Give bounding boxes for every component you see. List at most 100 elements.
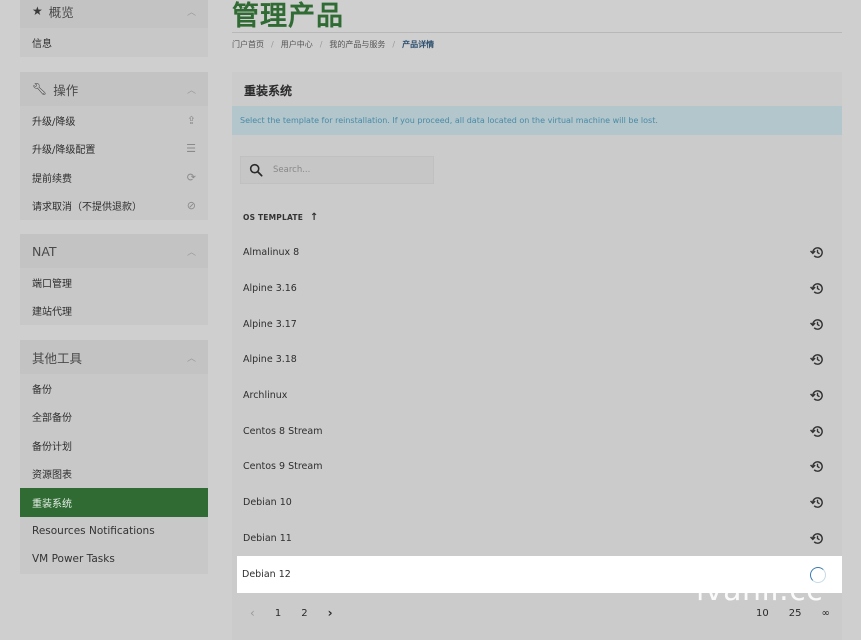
template-row[interactable]: Debian 10 [238, 485, 842, 521]
refresh-icon: ⟳ [186, 170, 196, 184]
per-page-selector: 10 25 ∞ [756, 608, 850, 619]
template-row[interactable]: Centos 8 Stream [238, 413, 842, 449]
breadcrumb-user-center[interactable]: 用户中心 [281, 39, 313, 50]
template-row[interactable]: Alpine 3.16 [238, 271, 842, 307]
sidebar-item-label: 提前续费 [32, 173, 72, 185]
breadcrumb-home[interactable]: 门户首页 [232, 39, 264, 50]
sidebar-item-upgrade-config[interactable]: 升级/降级配置 ☰ [20, 135, 208, 164]
chevron-up-icon: ︿ [186, 353, 196, 364]
breadcrumb-current: 产品详情 [402, 40, 435, 49]
reinstall-icon[interactable] [809, 494, 826, 511]
sidebar-item-all-backups[interactable]: 全部备份 [20, 403, 208, 432]
sidebar-item-label: 备份 [32, 384, 52, 396]
reinstall-icon[interactable] [809, 423, 826, 440]
sidebar-item-label: 升级/降级 [32, 116, 76, 128]
chevron-up-icon: ︿ [186, 7, 196, 18]
search-input[interactable] [273, 165, 423, 175]
sidebar-item-label: 升级/降级配置 [32, 145, 96, 157]
template-row[interactable]: Archlinux [238, 378, 842, 414]
per-page-all[interactable]: ∞ [821, 608, 829, 619]
reinstall-card: 重装系统 Select the template for reinstallat… [232, 72, 842, 640]
per-page-25[interactable]: 25 [789, 608, 802, 619]
reinstall-icon[interactable] [809, 316, 826, 333]
breadcrumb-my-services[interactable]: 我的产品与服务 [329, 39, 385, 50]
chevron-up-icon: ︿ [186, 85, 196, 96]
sidebar-item-label: 资源图表 [32, 470, 72, 482]
panel-tools-title: 其他工具 [32, 350, 83, 366]
sidebar-item-label: 备份计划 [32, 441, 72, 453]
panel-nat: NAT ︿ 端口管理 建站代理 [20, 234, 208, 325]
sidebar-item-label: 建站代理 [32, 307, 72, 319]
panel-overview: ★ 概览 ︿ 信息 [20, 0, 208, 57]
sidebar-item-cancel[interactable]: 请求取消（不提供退款） ⊘ [20, 192, 208, 221]
reinstall-icon[interactable] [809, 387, 826, 404]
sidebar-item-resources-notifications[interactable]: Resources Notifications [20, 517, 208, 546]
sidebar-item-label: 重装系统 [32, 498, 72, 510]
sidebar-item-info[interactable]: 信息 [20, 28, 208, 57]
main-content: 管理产品 门户首页 / 用户中心 / 我的产品与服务 / 产品详情 重装系统 S… [222, 0, 861, 640]
template-row[interactable]: Alpine 3.18 [238, 342, 842, 378]
sidebar-item-upgrade[interactable]: 升级/降级 ⇪ [20, 106, 208, 135]
sidebar-item-backup-schedule[interactable]: 备份计划 [20, 431, 208, 460]
reinstall-icon[interactable] [809, 530, 826, 547]
template-row[interactable]: Debian 11 [238, 521, 842, 557]
panel-overview-title: 概览 [48, 4, 74, 20]
chevron-up-icon: ︿ [186, 247, 196, 258]
search-box [240, 156, 434, 184]
watermark: ivanli.cc [696, 573, 824, 608]
sort-ascending-icon: ↑ [310, 212, 319, 223]
page-title: 管理产品 [232, 1, 344, 32]
ban-icon: ⊘ [186, 199, 196, 213]
sidebar-item-resource-graphs[interactable]: 资源图表 [20, 460, 208, 489]
per-page-10[interactable]: 10 [756, 608, 769, 619]
prev-page-icon[interactable]: ‹ [250, 606, 255, 620]
panel-tools-header[interactable]: 其他工具 ︿ [20, 340, 208, 374]
pagination: ‹ 1 2 › [250, 606, 353, 620]
panel-tools: 其他工具 ︿ 备份 全部备份 备份计划 资源图表 重装系统 Resources … [20, 340, 208, 574]
panel-actions-title: 操作 [53, 82, 79, 98]
reinstall-icon[interactable] [809, 244, 826, 261]
template-row[interactable]: Centos 9 Stream [238, 449, 842, 485]
breadcrumb: 门户首页 / 用户中心 / 我的产品与服务 / 产品详情 [232, 39, 434, 50]
sidebar-item-label: 全部备份 [32, 413, 72, 425]
column-header-os-template[interactable]: OS TEMPLATE ↑ [243, 212, 319, 223]
template-row[interactable]: Alpine 3.17 [238, 306, 842, 342]
sidebar-item-label: 信息 [32, 38, 52, 50]
template-name: Debian 12 [242, 569, 291, 581]
sidebar-item-renew[interactable]: 提前续费 ⟳ [20, 163, 208, 192]
template-name: Centos 9 Stream [243, 461, 323, 473]
sidebar-item-backup[interactable]: 备份 [20, 374, 208, 403]
template-name: Debian 10 [243, 497, 292, 509]
page-link-2[interactable]: 2 [301, 608, 307, 619]
reinstall-icon[interactable] [809, 351, 826, 368]
alert-text: Select the template for reinstallation. … [240, 116, 658, 125]
panel-nat-title: NAT [32, 243, 57, 259]
sidebar-item-reinstall[interactable]: 重装系统 [20, 488, 208, 517]
warning-alert: Select the template for reinstallation. … [232, 106, 842, 135]
template-name: Centos 8 Stream [243, 425, 323, 437]
sidebar: ★ 概览 ︿ 信息 🔧︎ 操作 ︿ 升级/降级 ⇪ 升级/降级配置 ☰ 提前续费… [0, 0, 222, 640]
next-page-icon[interactable]: › [328, 606, 333, 620]
panel-nat-header[interactable]: NAT ︿ [20, 234, 208, 268]
panel-overview-header[interactable]: ★ 概览 ︿ [20, 0, 208, 28]
template-name: Alpine 3.16 [243, 283, 297, 295]
page-link-1[interactable]: 1 [275, 608, 281, 619]
panel-actions: 🔧︎ 操作 ︿ 升级/降级 ⇪ 升级/降级配置 ☰ 提前续费 ⟳ 请求取消（不提… [20, 72, 208, 220]
column-header-label: OS TEMPLATE [243, 213, 304, 222]
sidebar-item-label: Resources Notifications [32, 524, 155, 537]
panel-actions-header[interactable]: 🔧︎ 操作 ︿ [20, 72, 208, 106]
reinstall-icon[interactable] [809, 458, 826, 475]
wrench-icon: 🔧︎ [32, 82, 48, 96]
template-row[interactable]: Almalinux 8 [238, 235, 842, 271]
template-name: Alpine 3.18 [243, 354, 297, 366]
sidebar-item-site-proxy[interactable]: 建站代理 [20, 297, 208, 326]
template-name: Almalinux 8 [243, 247, 300, 259]
template-name: Debian 11 [243, 532, 292, 544]
template-name: Archlinux [243, 390, 288, 402]
sidebar-item-port-management[interactable]: 端口管理 [20, 268, 208, 297]
sidebar-item-label: VM Power Tasks [32, 553, 115, 566]
sidebar-item-vm-power-tasks[interactable]: VM Power Tasks [20, 545, 208, 574]
reinstall-icon[interactable] [809, 280, 826, 297]
sidebar-item-label: 请求取消（不提供退款） [32, 202, 142, 214]
template-list: Almalinux 8 Alpine 3.16 Alpine 3.17 Alpi… [237, 235, 842, 594]
